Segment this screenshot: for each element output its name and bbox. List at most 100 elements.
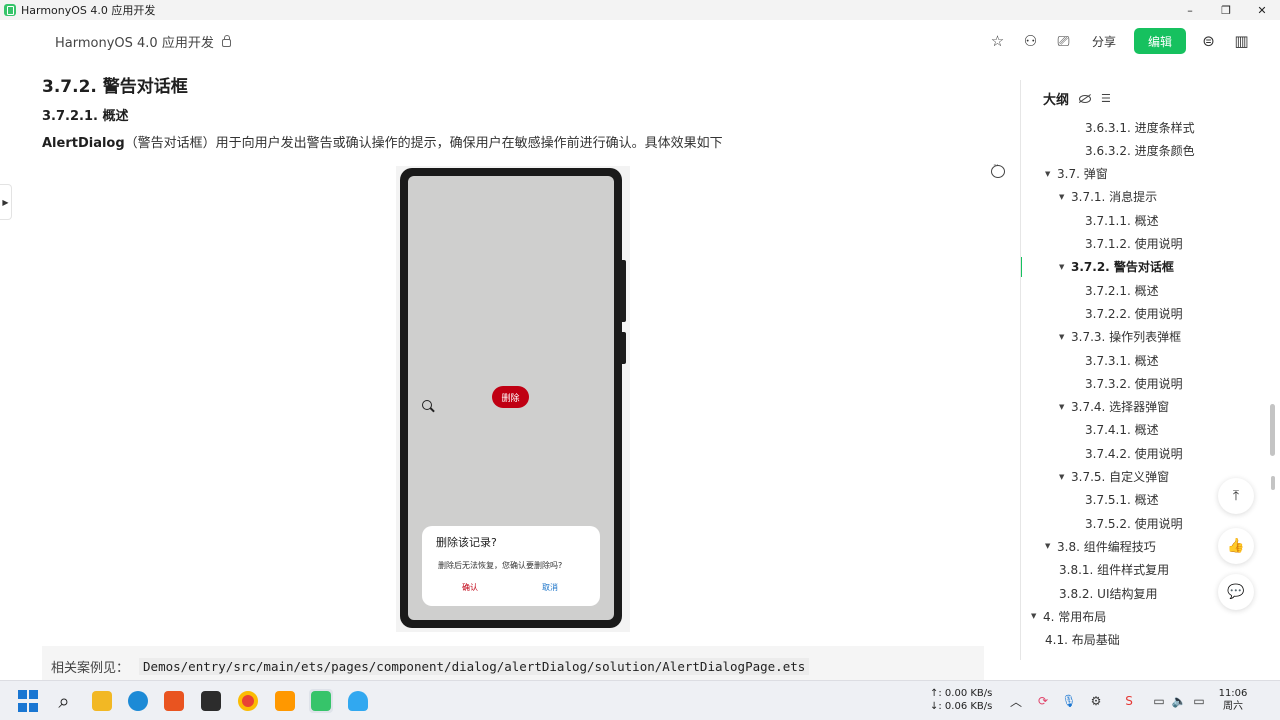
clock[interactable]: 11:06 周六 xyxy=(1218,687,1248,713)
outline-item[interactable]: ▼ 3.7.3. 操作列表弹框 xyxy=(1059,327,1181,347)
phone-mockup: 删除 删除该记录? 删除后无法恢复，您确认要删除吗? 确认 取消 xyxy=(400,168,626,628)
display-icon[interactable]: ▭ xyxy=(1150,692,1168,710)
outline-item-label: 3.7.5. 自定义弹窗 xyxy=(1071,470,1170,484)
caret-down-icon[interactable]: ▼ xyxy=(1059,193,1071,201)
outline-item[interactable]: ▼ 3.7.2. 警告对话框 xyxy=(1059,257,1174,277)
code-reference-block: 相关案例见： Demos/entry/src/main/ets/pages/co… xyxy=(42,646,984,682)
maximize-button[interactable]: ❐ xyxy=(1208,0,1244,20)
cloud-drive-icon[interactable] xyxy=(346,689,370,713)
delete-button[interactable]: 删除 xyxy=(492,386,529,408)
outline-title: 大纲 xyxy=(1043,93,1070,108)
doc-title-text[interactable]: HarmonyOS 4.0 应用开发 xyxy=(55,32,214,51)
phone-side-button xyxy=(622,332,626,364)
zoom-cursor-icon xyxy=(422,400,432,410)
search-icon[interactable]: ⌕ xyxy=(52,689,76,713)
thumbs-up-icon: 👍 xyxy=(1227,538,1245,554)
caret-down-icon[interactable]: ▼ xyxy=(1059,263,1071,271)
menu-circle-icon[interactable]: ⊜ xyxy=(1192,28,1225,54)
doc-title: HarmonyOS 4.0 应用开发 xyxy=(55,32,231,51)
code-ref-path[interactable]: Demos/entry/src/main/ets/pages/component… xyxy=(139,657,810,675)
outline-item-label: 3.7.5.2. 使用说明 xyxy=(1085,516,1183,531)
outline-item-label: 3.7.4.2. 使用说明 xyxy=(1085,446,1183,461)
caret-down-icon[interactable]: ▼ xyxy=(1059,403,1071,411)
comments-button[interactable]: 💬 xyxy=(1218,574,1254,610)
outline-item[interactable]: ▼ 3.8. 组件编程技巧 xyxy=(1045,536,1156,556)
tray-expand-icon[interactable]: ︿ xyxy=(1007,692,1025,710)
edit-button[interactable]: 编辑 xyxy=(1133,28,1186,54)
scrollbar-thumb-secondary[interactable] xyxy=(1271,476,1275,490)
outline-item[interactable]: 3.7.1.1. 概述 xyxy=(1085,210,1159,230)
minimize-button[interactable]: – xyxy=(1172,0,1208,20)
sidebar-expand-toggle[interactable]: ▶ xyxy=(0,184,12,220)
outline-item-label: 3.8. 组件编程技巧 xyxy=(1057,539,1156,554)
microphone-icon[interactable]: 🎙 xyxy=(1060,692,1078,710)
list-level-icon[interactable]: ☰ xyxy=(1101,92,1111,105)
outline-item[interactable]: ▼ 3.7.5. 自定义弹窗 xyxy=(1059,467,1169,487)
outline-item-label: 3.7.2.1. 概述 xyxy=(1085,283,1159,298)
paragraph-text: （警告对话框）用于向用户发出警告或确认操作的提示，确保用户在敏感操作前进行确认。… xyxy=(124,136,723,151)
outline-item[interactable]: 3.7.4.2. 使用说明 xyxy=(1085,443,1183,463)
caret-down-icon[interactable]: ▼ xyxy=(1031,612,1043,620)
file-explorer-icon[interactable] xyxy=(90,689,114,713)
share-button[interactable]: 分享 xyxy=(1080,33,1128,50)
outline-item[interactable]: ▼ 4. 常用布局 xyxy=(1031,606,1106,626)
edge-browser-icon[interactable] xyxy=(126,689,150,713)
outline-item[interactable]: 3.7.2.2. 使用说明 xyxy=(1085,303,1183,323)
page-scrollbar[interactable] xyxy=(1268,80,1278,680)
outline-item-label: 3.7.1.2. 使用说明 xyxy=(1085,237,1183,251)
tray-app-icon[interactable]: ⟳ xyxy=(1034,692,1052,710)
star-icon[interactable]: ☆ xyxy=(981,28,1014,54)
outline-item[interactable]: 3.6.3.2. 进度条颜色 xyxy=(1085,140,1195,160)
outline-item-label: 3.7.3.2. 使用说明 xyxy=(1085,376,1183,391)
caret-down-icon[interactable]: ▼ xyxy=(1059,473,1071,481)
user-share-icon[interactable]: ⚇ xyxy=(1014,28,1047,54)
outline-item-label: 3.7.4. 选择器弹窗 xyxy=(1071,400,1170,415)
harmony-doc-app-icon[interactable] xyxy=(309,689,333,713)
outline-panel: 大纲 ☰ 3.6.3.1. 进度条样式 3.6.3.2. 进度条颜色 ▼ 3.7. 弹… xyxy=(1020,80,1265,660)
phone-screen: 删除 删除该记录? 删除后无法恢复，您确认要删除吗? 确认 取消 xyxy=(408,176,614,620)
panel-toggle-icon[interactable]: ▥ xyxy=(1225,28,1258,54)
outline-item-label: 3.7.1. 消息提示 xyxy=(1071,190,1158,205)
outline-item[interactable]: 3.7.4.1. 概述 xyxy=(1085,420,1159,440)
caret-down-icon[interactable]: ▼ xyxy=(1059,333,1071,341)
outline-item-label: 3.7.1.1. 概述 xyxy=(1085,213,1159,228)
close-button[interactable]: ✕ xyxy=(1244,0,1280,20)
outline-item[interactable]: 3.7.5.1. 概述 xyxy=(1085,490,1159,510)
present-icon[interactable]: ⎚ xyxy=(1047,28,1080,54)
sublime-text-icon[interactable] xyxy=(273,689,297,713)
window-titlebar: HarmonyOS 4.0 应用开发 – ❐ ✕ xyxy=(0,0,1280,20)
outline-item[interactable]: 3.7.3.2. 使用说明 xyxy=(1085,373,1183,393)
scrollbar-thumb[interactable] xyxy=(1270,404,1275,456)
ubuntu-icon[interactable] xyxy=(162,689,186,713)
back-to-top-button[interactable]: ⤒ xyxy=(1218,478,1254,514)
tray-security-icon[interactable]: S xyxy=(1120,692,1138,710)
caret-down-icon[interactable]: ▼ xyxy=(1045,542,1057,550)
dialog-confirm-button[interactable]: 确认 xyxy=(462,582,478,593)
battery-icon[interactable]: ▭ xyxy=(1190,692,1208,710)
outline-item[interactable]: 3.8.2. UI结构复用 xyxy=(1059,583,1158,603)
windows-start-icon[interactable] xyxy=(16,689,40,713)
outline-item[interactable]: 4.1. 布局基础 xyxy=(1045,630,1120,650)
comment-icon[interactable] xyxy=(991,161,1005,178)
volume-icon[interactable]: 🔈 xyxy=(1170,692,1188,710)
caret-down-icon[interactable]: ▼ xyxy=(1045,170,1057,178)
outline-item-label: 3.6.3.1. 进度条样式 xyxy=(1085,120,1195,135)
outline-item-label: 3.6.3.2. 进度条颜色 xyxy=(1085,143,1195,158)
terminal-icon[interactable] xyxy=(199,689,223,713)
tray-settings-icon[interactable]: ⚙ xyxy=(1087,692,1105,710)
hide-icon[interactable] xyxy=(1079,94,1092,103)
outline-item[interactable]: 3.6.3.1. 进度条样式 xyxy=(1085,117,1195,137)
outline-item[interactable]: 3.7.1.2. 使用说明 xyxy=(1085,234,1183,254)
dialog-cancel-button[interactable]: 取消 xyxy=(542,582,558,593)
outline-item[interactable]: ▼ 3.7. 弹窗 xyxy=(1045,164,1108,184)
like-button[interactable]: 👍 xyxy=(1218,528,1254,564)
outline-item[interactable]: ▼ 3.7.1. 消息提示 xyxy=(1059,187,1157,207)
main-content: 3.7.2. 警告对话框 3.7.2.1. 概述 AlertDialog（警告对… xyxy=(18,62,1018,682)
chrome-icon[interactable] xyxy=(236,689,260,713)
outline-item[interactable]: 3.7.5.2. 使用说明 xyxy=(1085,513,1183,533)
outline-item[interactable]: 3.8.1. 组件样式复用 xyxy=(1059,560,1169,580)
outline-item[interactable]: 3.7.2.1. 概述 xyxy=(1085,280,1159,300)
dialog-title: 删除该记录? xyxy=(436,536,497,549)
outline-item[interactable]: 3.7.3.1. 概述 xyxy=(1085,350,1159,370)
outline-item[interactable]: ▼ 3.7.4. 选择器弹窗 xyxy=(1059,397,1169,417)
